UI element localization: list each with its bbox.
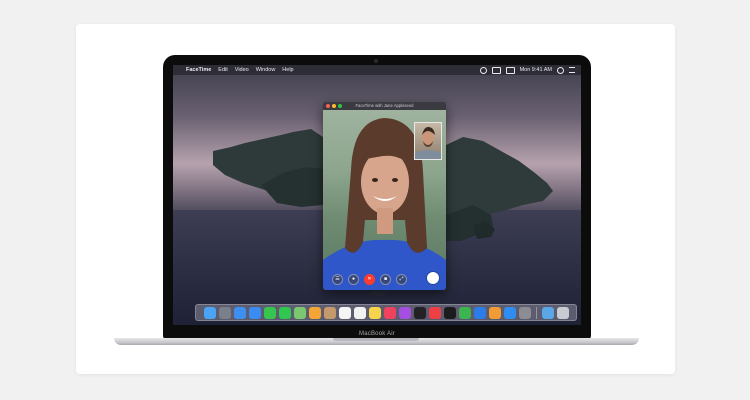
minimize-window-icon[interactable] xyxy=(332,104,336,108)
launchpad-icon[interactable] xyxy=(218,306,231,319)
dock-separator xyxy=(535,306,537,319)
laptop-lid: FaceTime Edit Video Window Help Mon 9:41… xyxy=(163,55,591,339)
trash-icon[interactable] xyxy=(556,306,569,319)
reminders-icon[interactable] xyxy=(353,306,366,319)
app-store-icon[interactable] xyxy=(503,306,516,319)
numbers-icon[interactable] xyxy=(458,306,471,319)
notes-icon[interactable] xyxy=(368,306,381,319)
pages-icon[interactable] xyxy=(488,306,501,319)
laptop-brand-label: MacBook Air xyxy=(359,331,395,337)
mail-icon[interactable] xyxy=(248,306,261,319)
finder-icon[interactable] xyxy=(203,306,216,319)
menu-app-name[interactable]: FaceTime xyxy=(186,65,211,75)
downloads-folder-icon[interactable] xyxy=(541,306,554,319)
podcasts-icon[interactable] xyxy=(398,306,411,319)
facetime-window: FaceTime with Jane Appleseed ☰ ● ✕ ■ ⤢ xyxy=(323,102,446,290)
menu-item-video[interactable]: Video xyxy=(235,65,249,75)
end-call-icon: ✕ xyxy=(367,275,372,282)
window-controls xyxy=(326,104,342,108)
menu-item-window[interactable]: Window xyxy=(256,65,276,75)
tv-icon[interactable] xyxy=(413,306,426,319)
camera-icon: ■ xyxy=(383,275,388,282)
music-icon[interactable] xyxy=(383,306,396,319)
end-call-button[interactable]: ✕ xyxy=(364,273,375,285)
fullscreen-button[interactable]: ⤢ xyxy=(396,273,407,285)
laptop-base xyxy=(114,338,639,345)
menu-bar: FaceTime Edit Video Window Help Mon 9:41… xyxy=(173,65,581,75)
close-window-icon[interactable] xyxy=(326,104,330,108)
facetime-icon[interactable] xyxy=(278,306,291,319)
facetime-titlebar: FaceTime with Jane Appleseed xyxy=(323,102,446,110)
dock xyxy=(195,304,577,321)
webcam xyxy=(374,59,378,63)
menu-clock[interactable]: Mon 9:41 AM xyxy=(520,65,552,75)
zoom-window-icon[interactable] xyxy=(338,104,342,108)
self-view-portrait xyxy=(415,127,441,159)
calendar-icon[interactable] xyxy=(338,306,351,319)
spotlight-icon[interactable] xyxy=(557,66,564,74)
photos-icon[interactable] xyxy=(308,306,321,319)
menu-item-help[interactable]: Help xyxy=(282,65,293,75)
mute-icon: ● xyxy=(351,275,356,282)
airplay-icon[interactable] xyxy=(491,66,501,74)
maps-icon[interactable] xyxy=(293,306,306,319)
system-preferences-icon[interactable] xyxy=(518,306,531,319)
stocks-icon[interactable] xyxy=(443,306,456,319)
live-photo-shutter-button[interactable] xyxy=(427,272,439,284)
facetime-window-title: FaceTime with Jane Appleseed xyxy=(355,103,414,108)
fullscreen-icon: ⤢ xyxy=(399,275,404,282)
sidebar-button[interactable]: ☰ xyxy=(332,273,343,285)
base-notch xyxy=(333,338,419,341)
camera-toggle-button[interactable]: ■ xyxy=(380,273,391,285)
mute-button[interactable]: ● xyxy=(348,273,359,285)
safari-icon[interactable] xyxy=(233,306,246,319)
self-view-pip[interactable] xyxy=(414,122,442,160)
remote-video-feed: ☰ ● ✕ ■ ⤢ xyxy=(323,110,446,290)
battery-icon[interactable] xyxy=(505,66,515,74)
news-icon[interactable] xyxy=(428,306,441,319)
messages-icon[interactable] xyxy=(263,306,276,319)
contacts-icon[interactable] xyxy=(323,306,336,319)
laptop-screen: FaceTime Edit Video Window Help Mon 9:41… xyxy=(173,65,581,325)
menu-item-edit[interactable]: Edit xyxy=(218,65,227,75)
sidebar-icon: ☰ xyxy=(335,275,340,282)
keynote-icon[interactable] xyxy=(473,306,486,319)
wifi-icon[interactable] xyxy=(479,66,487,74)
notification-center-icon[interactable] xyxy=(569,67,575,73)
